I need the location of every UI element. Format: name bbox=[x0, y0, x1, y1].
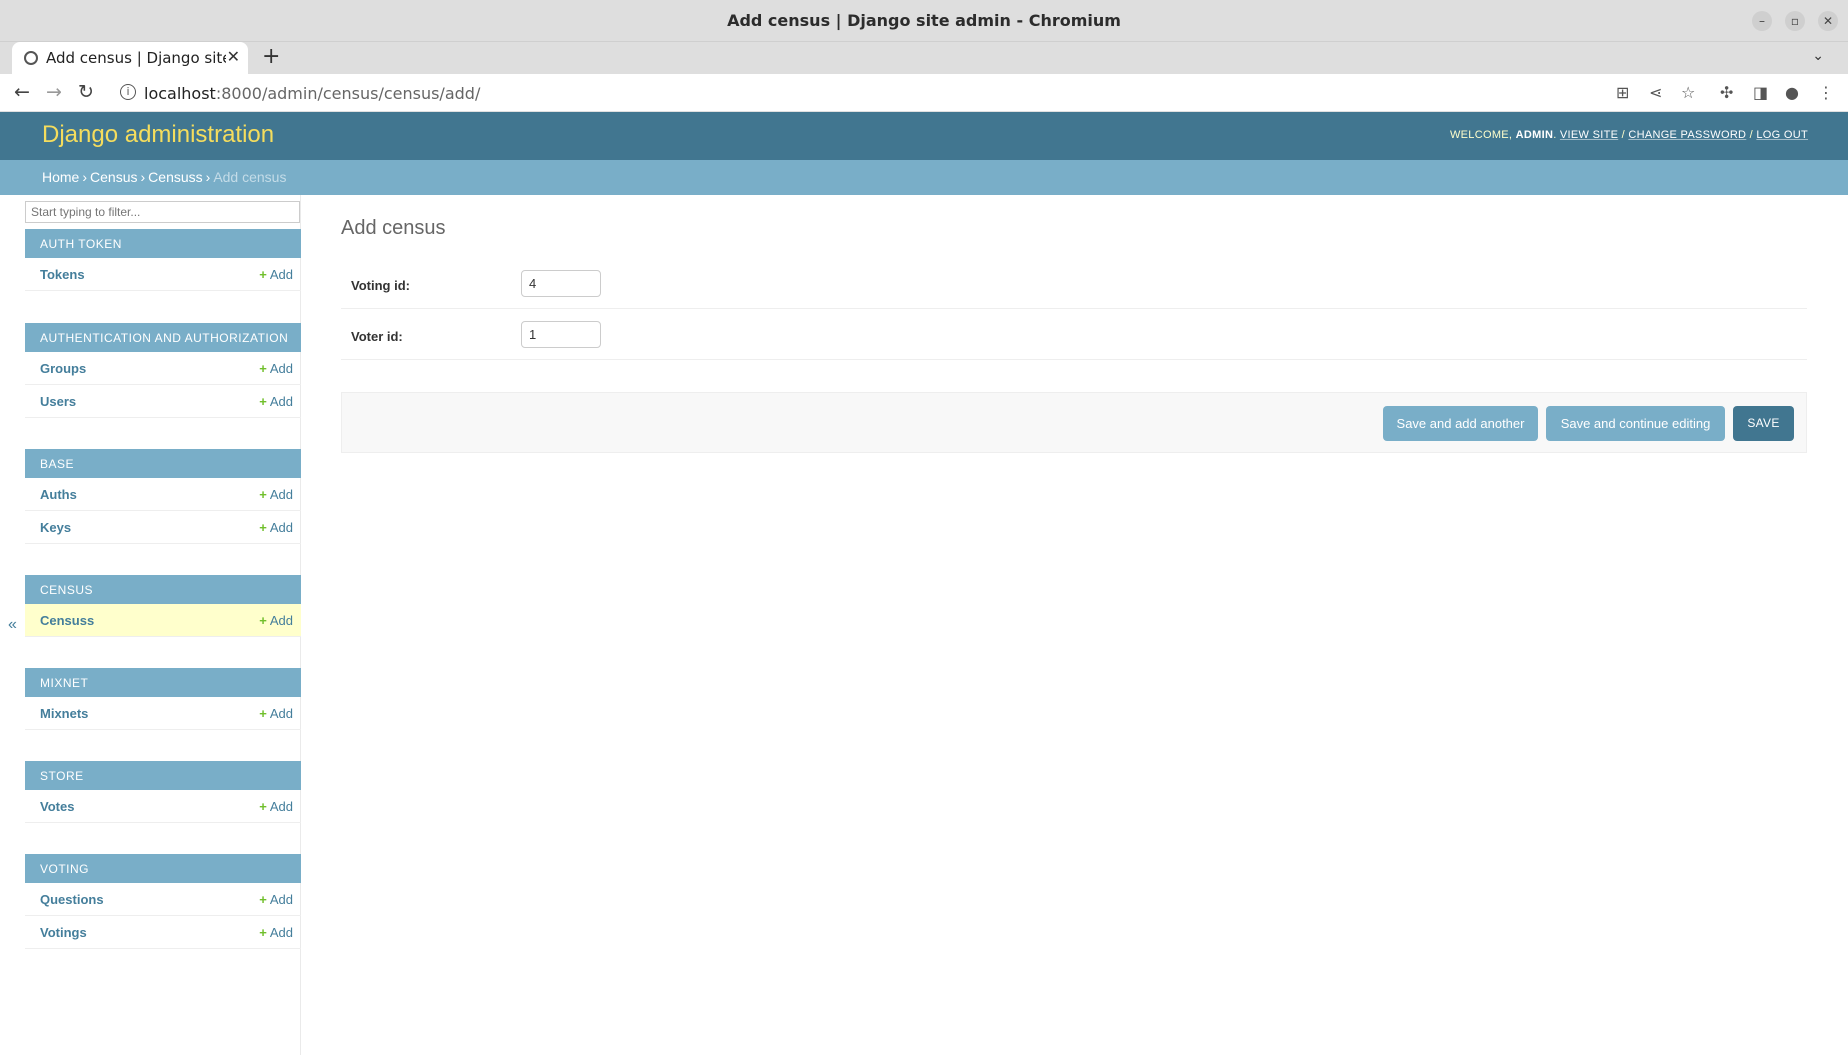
add-link[interactable]: + Add bbox=[259, 925, 293, 940]
app-mixnet: MIXNET Mixnets + Add bbox=[25, 668, 301, 730]
sidebar-item-tokens[interactable]: Tokens + Add bbox=[25, 258, 301, 291]
sidebar-filter-input[interactable] bbox=[25, 201, 300, 223]
globe-icon bbox=[24, 51, 38, 65]
site-branding[interactable]: Django administration bbox=[42, 121, 274, 149]
view-site-link[interactable]: VIEW SITE bbox=[1560, 129, 1618, 141]
plus-icon: + bbox=[259, 394, 267, 409]
extensions-icon[interactable]: ✣ bbox=[1720, 83, 1733, 102]
menu-kebab-icon[interactable]: ⋮ bbox=[1818, 83, 1834, 102]
collapse-sidebar-icon[interactable]: « bbox=[8, 616, 17, 634]
nav-sidebar: AUTH TOKEN Tokens +Add AUTHENTICATION AN… bbox=[24, 195, 301, 1055]
voting-id-label: Voting id: bbox=[351, 278, 410, 293]
restore-icon[interactable]: ▫ bbox=[1785, 11, 1805, 31]
add-link[interactable]: + Add bbox=[259, 892, 293, 907]
save-and-add-another-button[interactable]: Save and add another bbox=[1383, 406, 1538, 441]
plus-icon: + bbox=[259, 892, 267, 907]
side-panel-icon[interactable]: ◨ bbox=[1753, 83, 1768, 102]
app-caption[interactable]: VOTING bbox=[25, 854, 301, 883]
breadcrumb-home[interactable]: Home bbox=[42, 169, 79, 185]
plus-icon: + bbox=[259, 361, 267, 376]
app-caption[interactable]: BASE bbox=[25, 449, 301, 478]
forward-icon[interactable]: → bbox=[46, 81, 62, 103]
window-titlebar: Add census | Django site admin - Chromiu… bbox=[0, 0, 1848, 42]
admin-header: Django administration WELCOME, ADMIN. VI… bbox=[0, 112, 1848, 160]
add-link[interactable]: + Add bbox=[259, 706, 293, 721]
page-title: Add census bbox=[341, 217, 446, 239]
breadcrumb-model[interactable]: Censuss bbox=[148, 169, 202, 185]
add-link[interactable]: + Add bbox=[259, 267, 293, 282]
share-icon[interactable]: ⋖ bbox=[1649, 83, 1662, 102]
sidebar-item-censuss[interactable]: Censuss + Add bbox=[25, 604, 301, 637]
add-link[interactable]: + Add bbox=[259, 487, 293, 502]
voter-id-label: Voter id: bbox=[351, 329, 403, 344]
form-row-voter-id: Voter id: bbox=[341, 309, 1807, 360]
app-voting: VOTING Questions + Add Votings + Add bbox=[25, 854, 301, 949]
add-link[interactable]: + Add bbox=[259, 520, 293, 535]
breadcrumb-current: Add census bbox=[213, 169, 287, 185]
app-caption[interactable]: CENSUS bbox=[25, 575, 301, 604]
change-password-link[interactable]: CHANGE PASSWORD bbox=[1628, 129, 1746, 141]
chevron-down-icon[interactable]: ⌄ bbox=[1812, 48, 1824, 64]
username: ADMIN bbox=[1515, 129, 1554, 141]
app-caption[interactable]: MIXNET bbox=[25, 668, 301, 697]
save-and-continue-button[interactable]: Save and continue editing bbox=[1546, 406, 1725, 441]
app-auth-token: AUTH TOKEN Tokens + Add bbox=[25, 229, 301, 291]
new-tab-icon[interactable]: + bbox=[262, 44, 280, 69]
tab-strip: Add census | Django site admin - Chromiu… bbox=[0, 42, 1848, 74]
user-tools: WELCOME, ADMIN. VIEW SITE / CHANGE PASSW… bbox=[1449, 129, 1808, 141]
submit-row: Save and add another Save and continue e… bbox=[341, 392, 1807, 453]
close-tab-icon[interactable]: ✕ bbox=[227, 47, 240, 66]
sidebar-item-users[interactable]: Users + Add bbox=[25, 385, 301, 418]
sidebar-item-votes[interactable]: Votes + Add bbox=[25, 790, 301, 823]
tab-title: Add census | Django site admin - Chromiu… bbox=[46, 49, 226, 67]
add-link[interactable]: + Add bbox=[259, 613, 293, 628]
add-link[interactable]: + Add bbox=[259, 799, 293, 814]
browser-tab[interactable]: Add census | Django site admin - Chromiu… bbox=[12, 42, 248, 74]
plus-icon: + bbox=[259, 799, 267, 814]
window-title: Add census | Django site admin - Chromiu… bbox=[727, 11, 1121, 30]
site-info-icon[interactable]: i bbox=[120, 84, 136, 100]
close-window-icon[interactable]: ✕ bbox=[1818, 11, 1838, 31]
profile-avatar-icon[interactable]: ● bbox=[1785, 83, 1799, 102]
voting-id-input[interactable] bbox=[521, 270, 601, 297]
breadcrumb: Home › Census › Censuss › Add census bbox=[0, 160, 1848, 195]
plus-icon: + bbox=[259, 925, 267, 940]
plus-icon: + bbox=[259, 267, 267, 282]
sidebar-item-votings[interactable]: Votings + Add bbox=[25, 916, 301, 949]
sidebar-item-questions[interactable]: Questions + Add bbox=[25, 883, 301, 916]
save-button[interactable]: SAVE bbox=[1733, 406, 1794, 441]
plus-icon: + bbox=[259, 520, 267, 535]
sidebar-item-auths[interactable]: Auths + Add bbox=[25, 478, 301, 511]
back-icon[interactable]: ← bbox=[14, 81, 30, 103]
plus-icon: + bbox=[259, 487, 267, 502]
url-text: localhost:8000/admin/census/census/add/ bbox=[144, 84, 481, 103]
app-caption[interactable]: AUTHENTICATION AND AUTHORIZATION bbox=[25, 323, 301, 352]
app-authentication: AUTHENTICATION AND AUTHORIZATION Groups … bbox=[25, 323, 301, 418]
plus-icon: + bbox=[259, 613, 267, 628]
add-link[interactable]: + Add bbox=[259, 361, 293, 376]
log-out-link[interactable]: LOG OUT bbox=[1756, 129, 1808, 141]
app-caption[interactable]: AUTH TOKEN bbox=[25, 229, 301, 258]
sidebar-item-keys[interactable]: Keys + Add bbox=[25, 511, 301, 544]
app-census: CENSUS Censuss + Add bbox=[25, 575, 301, 637]
app-base: BASE Auths + Add Keys + Add bbox=[25, 449, 301, 544]
address-bar[interactable]: i localhost:8000/admin/census/census/add… bbox=[112, 78, 1602, 108]
voter-id-input[interactable] bbox=[521, 321, 601, 348]
minimize-icon[interactable]: – bbox=[1752, 11, 1772, 31]
app-caption[interactable]: STORE bbox=[25, 761, 301, 790]
translate-icon[interactable]: ⊞ bbox=[1616, 83, 1629, 102]
sidebar-item-mixnets[interactable]: Mixnets + Add bbox=[25, 697, 301, 730]
breadcrumb-app[interactable]: Census bbox=[90, 169, 137, 185]
bookmark-star-icon[interactable]: ☆ bbox=[1681, 83, 1695, 102]
reload-icon[interactable]: ↻ bbox=[78, 81, 94, 103]
sidebar-item-groups[interactable]: Groups + Add bbox=[25, 352, 301, 385]
app-store: STORE Votes + Add bbox=[25, 761, 301, 823]
add-link[interactable]: + Add bbox=[259, 394, 293, 409]
plus-icon: + bbox=[259, 706, 267, 721]
browser-toolbar: ← → ↻ i localhost:8000/admin/census/cens… bbox=[0, 74, 1848, 112]
form-row-voting-id: Voting id: bbox=[341, 258, 1807, 309]
